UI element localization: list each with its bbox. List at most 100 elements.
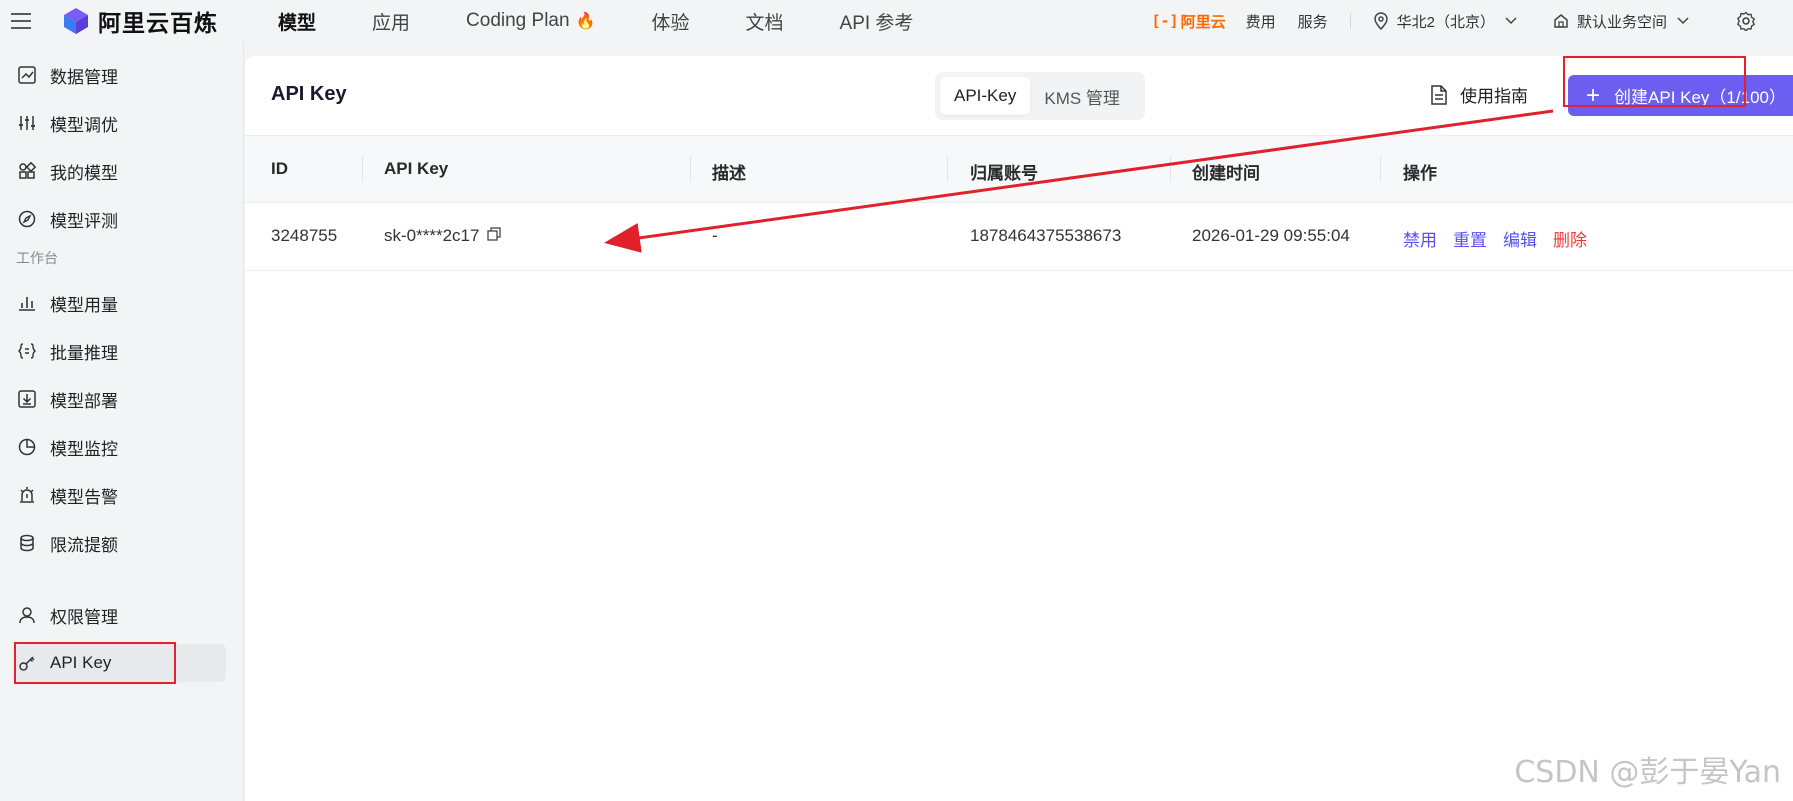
bar-chart-icon [16, 292, 38, 314]
chevron-down-icon [1677, 17, 1689, 25]
nav-docs[interactable]: 文档 [746, 8, 784, 35]
main-nav: 模型 应用 Coding Plan 🔥 体验 文档 API 参考 [278, 8, 969, 35]
sidebar-item-label: 模型部署 [50, 391, 118, 411]
workspace-selector[interactable]: 默认业务空间 [1553, 11, 1689, 32]
table-row: 3248755 sk-0****2c17 - 1878464375538673 … [245, 203, 1793, 271]
guide-label: 使用指南 [1460, 87, 1528, 106]
tab-kms[interactable]: KMS 管理 [1030, 75, 1134, 118]
alarm-icon [16, 484, 38, 506]
cell-account: 1878464375538673 [970, 226, 1122, 245]
create-api-key-label: 创建API Key（1/100） [1614, 88, 1786, 107]
sidebar-item-model-tuning[interactable]: 模型调优 [14, 104, 226, 142]
sidebar-item-model-alarm[interactable]: 模型告警 [14, 476, 226, 514]
sidebar-item-label: 限流提额 [50, 535, 118, 555]
fees-link[interactable]: 费用 [1246, 11, 1276, 32]
nav-model[interactable]: 模型 [278, 8, 316, 35]
database-icon [16, 532, 38, 554]
disable-button[interactable]: 禁用 [1403, 226, 1437, 251]
cell-api-key: sk-0****2c17 [384, 226, 502, 246]
sidebar-item-model-usage[interactable]: 模型用量 [14, 284, 226, 322]
nav-api-reference-label: API 参考 [839, 12, 914, 34]
cell-created: 2026-01-29 09:55:04 [1192, 226, 1350, 245]
nav-experience[interactable]: 体验 [651, 8, 689, 35]
cell-actions: 禁用 重置 编辑 删除 [1403, 226, 1603, 251]
aliyun-logo-text: 阿里云 [1180, 13, 1226, 31]
nav-app[interactable]: 应用 [372, 8, 410, 35]
sidebar-section-workbench: 工作台 [16, 250, 58, 266]
nav-experience-label: 体验 [651, 12, 690, 34]
brand-name: 阿里云百炼 [98, 10, 218, 36]
user-icon [16, 604, 38, 626]
tab-switch: API-Key KMS 管理 [935, 72, 1145, 120]
nav-model-label: 模型 [278, 12, 317, 34]
region-label: 华北2（北京） [1396, 13, 1495, 31]
top-bar: 阿里云百炼 模型 应用 Coding Plan 🔥 体验 文档 API 参考 [-… [0, 0, 1793, 42]
sidebar-item-label: 模型调优 [50, 115, 118, 135]
top-right-tools: [-] 阿里云 费用 服务 华北2（北京） 默认业务空间 [1152, 0, 1793, 42]
chart-line-icon [16, 64, 38, 86]
sidebar-item-model-evaluation[interactable]: 模型评测 [14, 200, 226, 238]
create-api-key-button[interactable]: + 创建API Key（1/100） [1568, 75, 1793, 116]
sidebar-item-label: 批量推理 [50, 343, 118, 363]
sliders-icon [16, 112, 38, 134]
aliyun-bracket-icon: [-] [1151, 12, 1179, 30]
grid-icon [16, 160, 38, 182]
braces-icon [16, 340, 38, 362]
sidebar-item-label: 数据管理 [50, 67, 118, 87]
nav-docs-label: 文档 [745, 12, 784, 34]
region-selector[interactable]: 华北2（北京） [1373, 11, 1517, 32]
column-header-id: ID [271, 159, 288, 178]
delete-button[interactable]: 删除 [1553, 226, 1587, 251]
main-panel: API Key API-Key KMS 管理 使用指南 + 创建API Key（… [245, 56, 1793, 801]
column-header-account: 归属账号 [970, 164, 1038, 183]
column-header-description: 描述 [712, 164, 746, 183]
watermark: CSDN @彭于晏Yan [1514, 755, 1781, 790]
table-header: ID API Key 描述 归属账号 创建时间 操作 [245, 135, 1793, 203]
tab-api-key[interactable]: API-Key [940, 77, 1031, 115]
column-header-api-key: API Key [384, 159, 449, 178]
sidebar-item-api-key[interactable]: API Key [14, 644, 226, 682]
key-icon [16, 652, 38, 674]
nav-coding-plan[interactable]: Coding Plan 🔥 [466, 10, 595, 32]
chevron-down-icon [1505, 17, 1517, 25]
reset-button[interactable]: 重置 [1453, 226, 1487, 251]
sidebar-item-permissions[interactable]: 权限管理 [14, 596, 226, 634]
sidebar: 数据管理 模型调优 我的模型 模型评测 工作台 模型用量 批量推理 模型部署 模… [0, 42, 244, 801]
divider [1349, 13, 1351, 29]
nav-api-reference[interactable]: API 参考 [840, 8, 914, 35]
sidebar-item-batch-inference[interactable]: 批量推理 [14, 332, 226, 370]
sidebar-item-label: 模型告警 [50, 487, 118, 507]
cell-description: - [712, 226, 718, 245]
column-header-actions: 操作 [1403, 164, 1437, 183]
workspace-label: 默认业务空间 [1576, 13, 1667, 31]
guide-link[interactable]: 使用指南 [1430, 82, 1528, 107]
home-icon [1554, 14, 1568, 28]
pie-icon [16, 436, 38, 458]
nav-app-label: 应用 [372, 12, 411, 34]
hamburger-menu-icon[interactable] [0, 0, 42, 42]
sidebar-item-model-monitor[interactable]: 模型监控 [14, 428, 226, 466]
location-pin-icon [1373, 12, 1388, 30]
cell-id: 3248755 [271, 226, 338, 245]
edit-button[interactable]: 编辑 [1503, 226, 1537, 251]
sidebar-item-label: 模型用量 [50, 295, 118, 315]
sidebar-item-label: 权限管理 [50, 607, 118, 627]
nav-coding-plan-label: Coding Plan [466, 10, 570, 31]
settings-gear-icon[interactable] [1725, 0, 1767, 42]
sidebar-item-model-deploy[interactable]: 模型部署 [14, 380, 226, 418]
sidebar-item-data-management[interactable]: 数据管理 [14, 56, 226, 94]
sidebar-item-label: 模型监控 [50, 439, 118, 459]
sidebar-item-label: API Key [50, 653, 112, 672]
page-title: API Key [271, 83, 347, 105]
api-key-value: sk-0****2c17 [384, 226, 480, 245]
sidebar-item-label: 我的模型 [50, 163, 118, 183]
sidebar-item-rate-limit[interactable]: 限流提额 [14, 524, 226, 562]
aliyun-logo[interactable]: [-] 阿里云 [1152, 11, 1226, 32]
deploy-icon [16, 388, 38, 410]
copy-icon[interactable] [487, 226, 502, 246]
service-link[interactable]: 服务 [1298, 11, 1328, 32]
plus-icon: + [1586, 81, 1601, 109]
brand-logo[interactable]: 阿里云百炼 [62, 4, 218, 38]
document-icon [1431, 84, 1447, 105]
sidebar-item-my-models[interactable]: 我的模型 [14, 152, 226, 190]
